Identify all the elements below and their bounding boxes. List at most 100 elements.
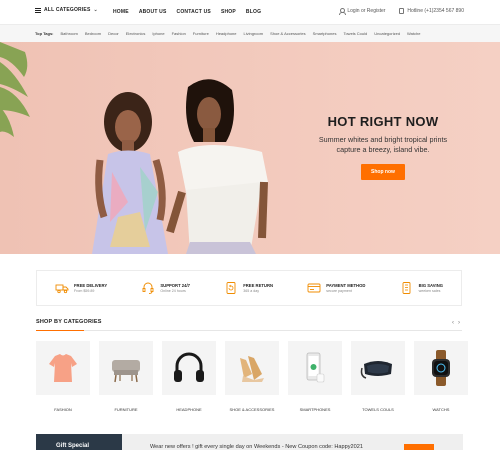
title-underline <box>36 330 84 331</box>
next-arrow-icon[interactable]: › <box>458 320 460 326</box>
category-image <box>225 341 279 395</box>
tag-link[interactable]: Uncategorized <box>374 31 400 36</box>
tag-link[interactable]: Bedroom <box>85 31 101 36</box>
tag-link[interactable]: Iphone <box>152 31 164 36</box>
nav-blog[interactable]: BLOG <box>246 9 261 15</box>
tag-link[interactable]: Furniture <box>193 31 209 36</box>
site-header: ALL CATEGORIES ⌄ HOME ABOUT US CONTACT U… <box>0 0 500 24</box>
feature-title: FREE DELIVERY <box>74 282 108 288</box>
tag-link[interactable]: Bathroom <box>61 31 78 36</box>
tag-link[interactable]: Shoe & Accessories <box>270 31 306 36</box>
smartphone-icon <box>306 352 325 383</box>
feature-title: BIG SAVING <box>418 282 443 288</box>
chevron-down-icon: ⌄ <box>93 7 98 13</box>
feature-subtitle: 365 a day <box>243 289 260 294</box>
nav-shop[interactable]: SHOP <box>221 9 236 15</box>
nav-contact-us[interactable]: CONTACT US <box>177 9 211 15</box>
category-image <box>99 341 153 395</box>
category-shoe-accessories[interactable]: SHOE & ACCESSORIES <box>225 341 279 412</box>
nav-home[interactable]: HOME <box>113 9 129 15</box>
prev-arrow-icon[interactable]: ‹ <box>452 320 454 326</box>
feature-support: SUPPORT 24/7 Online 24 hours <box>141 281 190 295</box>
hero-banner: HOT RIGHT NOW Summer whites and bright t… <box>0 42 500 254</box>
all-categories-button[interactable]: ALL CATEGORIES ⌄ <box>35 7 98 13</box>
blouse-icon <box>49 354 77 382</box>
hero-title: HOT RIGHT NOW <box>327 114 439 129</box>
category-name: WATCHS <box>432 407 450 412</box>
hero-subtitle-line2: capture a breezy, island vibe. <box>336 145 430 154</box>
login-register-link[interactable]: Login or Register <box>339 8 386 15</box>
card-icon <box>307 283 321 293</box>
vr-headset-icon <box>360 361 392 379</box>
categories-carousel: FASHION FURNITURE HEADPHONE SHOE & ACCES… <box>36 341 468 412</box>
tag-link[interactable]: Livingroom <box>244 31 264 36</box>
category-furniture[interactable]: FURNITURE <box>99 341 153 412</box>
carousel-arrows: ‹ › <box>452 320 460 326</box>
phone-icon <box>399 8 405 14</box>
feature-subtitle: From $59.89 <box>74 289 95 294</box>
shop-now-button[interactable]: Shop now <box>361 164 405 180</box>
feature-title: PAYMENT METHOD <box>326 282 366 288</box>
feature-subtitle: secure payment <box>326 289 352 294</box>
headset-icon <box>142 282 154 294</box>
category-image <box>351 341 405 395</box>
tag-link[interactable]: Electronics <box>126 31 146 36</box>
feature-subtitle: Online 24 hours <box>160 289 186 294</box>
top-tags-bar: Top Tags: Bathroom Bedroom Decor Electro… <box>0 24 500 42</box>
user-icon <box>339 8 347 15</box>
hero-subtitle: Summer whites and bright tropical prints… <box>318 135 448 155</box>
feature-free-return: FREE RETURN 365 a day <box>224 281 273 295</box>
category-image <box>288 341 342 395</box>
gift-banner: Gift Special Wear new offers ! gift ever… <box>36 434 463 450</box>
tag-link[interactable]: Decor <box>108 31 119 36</box>
category-image <box>36 341 90 395</box>
feature-free-delivery: FREE DELIVERY From $59.89 <box>55 281 107 295</box>
coins-icon <box>402 282 411 294</box>
category-name: HEADPHONE <box>176 407 202 412</box>
category-name: SMARTPHONES <box>299 407 331 412</box>
category-fashion[interactable]: FASHION <box>36 341 90 412</box>
hero-subtitle-line1: Summer whites and bright tropical prints <box>318 135 448 144</box>
tag-link[interactable]: Headphone <box>216 31 237 36</box>
shoe-icon <box>240 356 264 382</box>
category-headphone[interactable]: HEADPHONE <box>162 341 216 412</box>
feature-title: FREE RETURN <box>243 282 273 288</box>
menu-icon <box>35 7 41 13</box>
top-tags-label: Top Tags: <box>35 31 54 36</box>
hero-models-image <box>0 42 268 254</box>
categories-title: SHOP BY CATEGORIES <box>36 319 102 325</box>
headphone-icon <box>174 352 204 382</box>
category-name: FASHION <box>54 407 72 412</box>
main-nav: HOME ABOUT US CONTACT US SHOP BLOG <box>113 9 261 15</box>
categories-header: SHOP BY CATEGORIES ‹ › <box>36 319 462 331</box>
header-right-links: Login or Register Hotline (+1)2354 567 8… <box>339 8 464 15</box>
category-image <box>162 341 216 395</box>
category-name: TOWELS COULS <box>362 407 394 412</box>
login-register-label: Login or Register <box>347 8 386 14</box>
all-categories-label: ALL CATEGORIES <box>44 7 91 13</box>
return-icon <box>226 282 236 294</box>
nav-about-us[interactable]: ABOUT US <box>139 9 167 15</box>
tag-link[interactable]: Fashion <box>172 31 186 36</box>
tag-link[interactable]: Watche <box>407 31 420 36</box>
hotline[interactable]: Hotline (+1)2354 567 890 <box>399 8 464 14</box>
category-towels-couls[interactable]: TOWELS COULS <box>351 341 405 412</box>
promo-button[interactable] <box>404 444 434 450</box>
feature-big-saving: BIG SAVING weeken sales <box>400 281 443 295</box>
tag-link[interactable]: Towels Could <box>343 31 367 36</box>
category-watchs[interactable]: WATCHS <box>414 341 468 412</box>
promo-text: Wear new offers ! gift every single day … <box>150 444 363 450</box>
tag-link[interactable]: Smartphones <box>313 31 337 36</box>
features-bar: FREE DELIVERY From $59.89 SUPPORT 24/7 Onl… <box>36 270 462 306</box>
watch-icon <box>432 350 450 386</box>
category-name: SHOE & ACCESSORIES <box>229 407 275 412</box>
category-smartphones[interactable]: SMARTPHONES <box>288 341 342 412</box>
category-name: FURNITURE <box>114 407 138 412</box>
feature-subtitle: weeken sales <box>418 289 441 294</box>
feature-payment-method: PAYMENT METHOD secure payment <box>307 281 365 295</box>
truck-icon <box>55 284 69 294</box>
feature-title: SUPPORT 24/7 <box>160 282 190 288</box>
category-image <box>414 341 468 395</box>
chair-icon <box>112 360 140 383</box>
hotline-label: Hotline (+1)2354 567 890 <box>407 8 464 14</box>
